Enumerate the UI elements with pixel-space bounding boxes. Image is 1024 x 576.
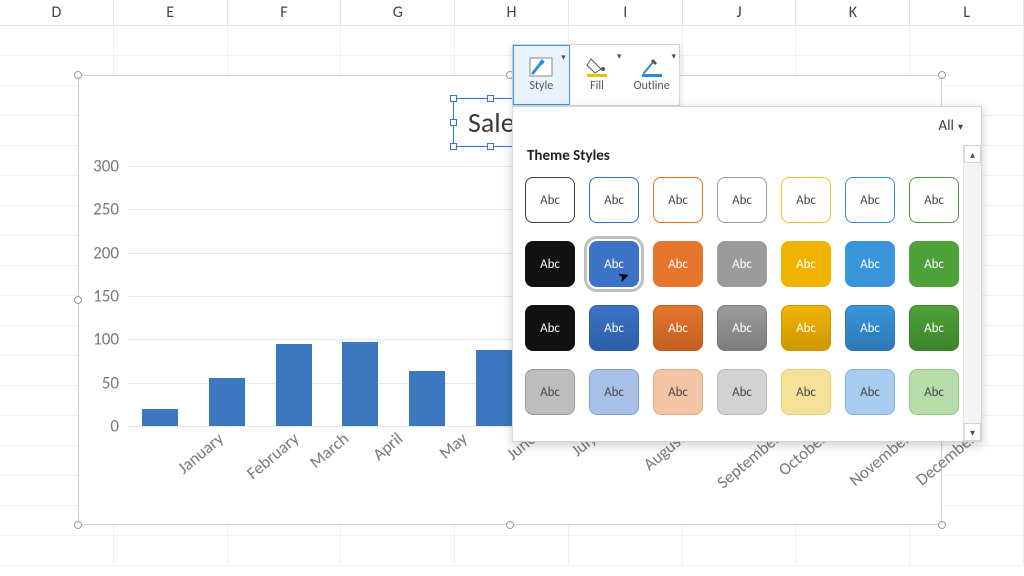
outline-icon [640,57,664,77]
resize-handle[interactable] [938,71,946,79]
bar[interactable] [409,371,445,426]
chevron-down-icon: ▾ [561,52,566,63]
theme-style-swatch[interactable]: Abc [525,241,575,287]
x-axis-tick: February [242,428,303,484]
theme-style-swatch[interactable]: Abc [781,241,831,287]
theme-styles-gallery: All ▾ Theme Styles AbcAbcAbcAbcAbcAbcAbc… [512,106,982,442]
col-header[interactable]: G [341,0,455,25]
theme-style-swatch[interactable]: Abc [589,241,639,287]
y-axis-tick: 0 [110,416,119,437]
x-axis-tick: May [435,428,472,463]
theme-style-swatch[interactable]: Abc [717,305,767,351]
scroll-down-icon[interactable]: ▾ [964,423,981,441]
resize-handle[interactable] [74,521,82,529]
outline-button[interactable]: ▾ Outline [624,45,679,105]
y-axis-tick: 300 [93,156,119,177]
theme-style-swatch[interactable]: Abc [845,369,895,415]
theme-style-swatch[interactable]: Abc [525,305,575,351]
theme-style-swatch[interactable]: Abc [717,177,767,223]
style-label: Style [529,79,553,93]
theme-style-swatch[interactable]: Abc [589,177,639,223]
col-header[interactable]: D [0,0,114,25]
theme-style-swatch[interactable]: Abc [525,177,575,223]
bar[interactable] [476,350,512,426]
style-button[interactable]: ▾ Style [513,45,570,105]
theme-style-swatch[interactable]: Abc [653,177,703,223]
theme-style-swatch[interactable]: Abc [909,305,959,351]
x-axis-tick: January [174,428,228,478]
scroll-up-icon[interactable]: ▴ [964,145,981,163]
theme-style-swatch[interactable]: Abc [653,369,703,415]
gallery-filter-all[interactable]: All ▾ [513,107,981,145]
gallery-scrollbar[interactable]: ▴ ▾ [963,145,981,441]
theme-style-swatch[interactable]: Abc [589,369,639,415]
col-header[interactable]: L [910,0,1024,25]
theme-style-swatch[interactable]: Abc [781,177,831,223]
theme-style-swatch[interactable]: Abc [909,369,959,415]
chevron-down-icon: ▾ [617,51,622,62]
format-mini-toolbar: ▾ Style ▾ Fill ▾ Outline [512,44,680,106]
col-header[interactable]: F [228,0,342,25]
bar[interactable] [142,409,178,426]
theme-style-swatch[interactable]: Abc [717,241,767,287]
fill-icon [585,57,609,77]
theme-style-swatch[interactable]: Abc [909,241,959,287]
chevron-down-icon: ▾ [671,51,676,62]
col-header[interactable]: J [683,0,797,25]
chart-title-text: Sale [468,105,515,140]
fill-button[interactable]: ▾ Fill [570,45,625,105]
gallery-filter-label: All [938,117,954,135]
style-icon [529,57,553,77]
theme-style-swatch[interactable]: Abc [845,305,895,351]
theme-style-swatch[interactable]: Abc [781,305,831,351]
y-axis-tick: 250 [93,199,119,220]
y-axis-tick: 50 [102,372,119,393]
outline-label: Outline [634,79,670,93]
gallery-section-header: Theme Styles [513,145,981,173]
y-axis-tick: 150 [93,286,119,307]
x-axis-tick: April [369,428,407,465]
theme-style-swatch[interactable]: Abc [845,177,895,223]
col-header[interactable]: H [455,0,569,25]
resize-handle[interactable] [938,521,946,529]
theme-style-swatch[interactable]: Abc [717,369,767,415]
theme-style-swatch[interactable]: Abc [525,369,575,415]
y-axis-tick: 200 [93,242,119,263]
bar[interactable] [209,378,245,426]
col-header[interactable]: K [796,0,910,25]
x-axis-tick: March [305,428,353,473]
theme-style-swatch[interactable]: Abc [845,241,895,287]
theme-style-swatch[interactable]: Abc [909,177,959,223]
gallery-grid: Abc Abc Abc Abc Abc Abc Abc Abc Abc Abc Abc Abc Abc A… [513,173,981,429]
chevron-down-icon: ▾ [958,120,963,133]
column-headers: D E F G H I J K L [0,0,1024,26]
resize-handle[interactable] [506,521,514,529]
theme-style-swatch[interactable]: Abc [781,369,831,415]
fill-label: Fill [590,79,604,93]
theme-style-swatch[interactable]: Abc [589,305,639,351]
col-header[interactable]: I [569,0,683,25]
resize-handle[interactable] [74,71,82,79]
bar[interactable] [276,344,312,426]
resize-handle[interactable] [74,296,82,304]
theme-style-swatch[interactable]: Abc [653,305,703,351]
col-header[interactable]: E [114,0,228,25]
theme-style-swatch[interactable]: Abc [653,241,703,287]
bar[interactable] [342,342,378,426]
y-axis-tick: 100 [93,329,119,350]
